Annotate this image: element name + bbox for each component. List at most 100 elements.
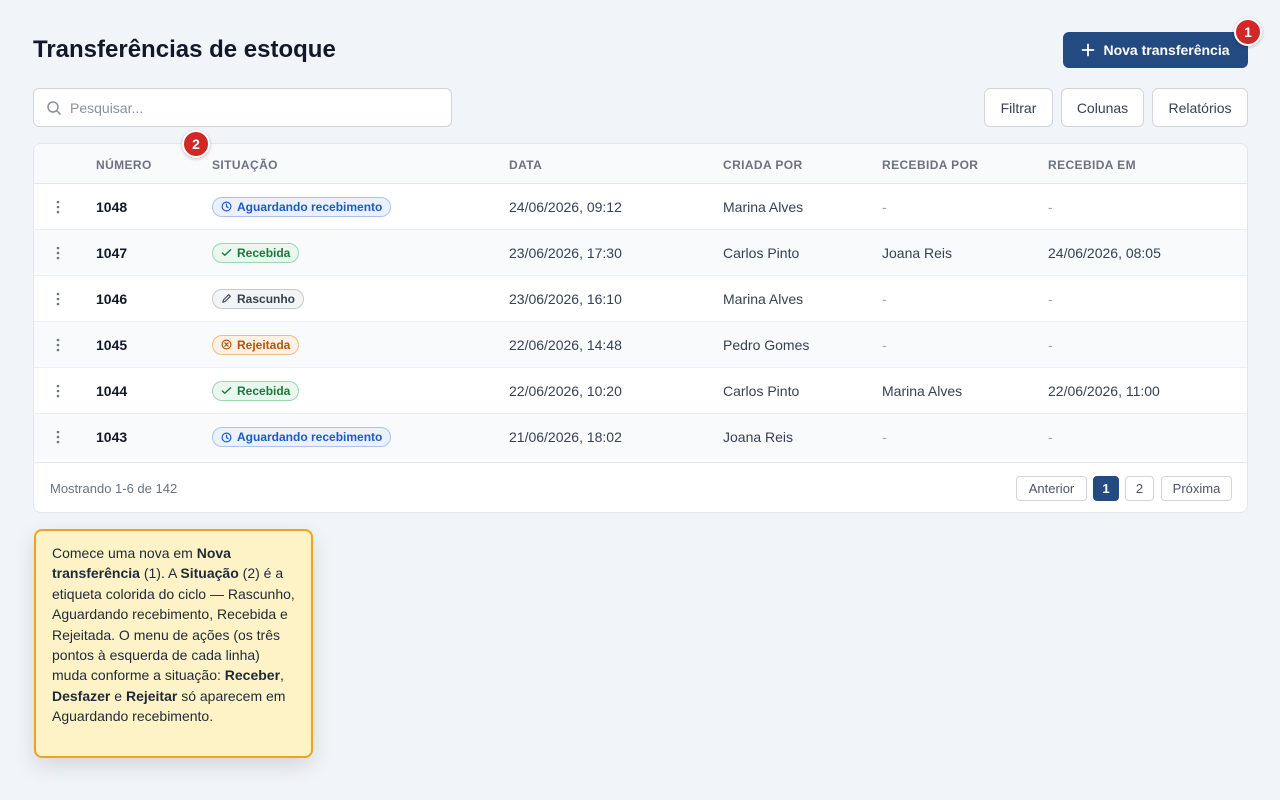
new-transfer-button[interactable]: Nova transferência [1063,32,1248,68]
callout-bold: Receber [224,667,281,684]
status-label: Aguardando recebimento [237,199,383,214]
transfers-table: NÚMERO SITUAÇÃO DATA CRIADA POR RECEBIDA… [33,143,1248,513]
x-circle-icon [221,339,232,350]
next-page-button[interactable]: Próxima [1161,476,1232,501]
table-footer: Mostrando 1-6 de 142 Anterior 1 2 Próxim… [34,462,1247,512]
cell-received-at: 24/06/2026, 08:05 [1048,244,1161,261]
callout-text: , [280,667,284,684]
cell-date: 23/06/2026, 17:30 [509,244,622,261]
page-1-button[interactable]: 1 [1093,476,1119,501]
callout-text: e [110,687,126,704]
cell-status: Recebida [212,368,300,413]
callout-text: (2) é a etiqueta colorida do ciclo — Ras… [52,565,295,684]
status-label: Aguardando recebimento [237,430,383,444]
row-actions-button[interactable] [50,414,66,460]
filter-button[interactable]: Filtrar [984,88,1053,127]
more-vertical-icon [56,384,60,397]
row-actions-button[interactable] [50,368,66,413]
col-created-by[interactable]: CRIADA POR [723,158,803,172]
cell-received-by: Marina Alves [882,382,963,399]
cell-created-by: Marina Alves [723,290,804,307]
clock-icon [221,201,232,212]
cell-number: 1045 [96,336,128,353]
new-transfer-label: Nova transferência [1103,42,1230,58]
cell-received-at: - [1048,336,1053,353]
cell-received-by: - [882,290,887,307]
more-vertical-icon [56,430,60,444]
status-badge: Rejeitada [212,334,300,355]
cell-created-by: Joana Reis [723,429,794,445]
cell-status: Rejeitada [212,322,300,367]
callout-bold: Situação [180,565,239,582]
col-number[interactable]: NÚMERO [96,158,152,172]
page-2-button[interactable]: 2 [1125,476,1154,501]
more-vertical-icon [56,292,60,305]
callout-text: (1). A [139,565,181,582]
step-badge-1: 1 [1234,18,1262,46]
check-icon [221,387,232,394]
cell-date: 24/06/2026, 09:12 [509,198,622,215]
help-callout: Comece uma nova em Nova transferência (1… [34,529,313,758]
cell-created-by: Carlos Pinto [723,244,800,261]
col-received-by[interactable]: RECEBIDA POR [882,158,978,172]
reports-button[interactable]: Relatórios [1152,88,1248,127]
search-icon [47,100,61,115]
cell-received-at: 22/06/2026, 11:00 [1048,382,1160,399]
check-icon [221,249,232,256]
status-badge: Aguardando recebimento [212,427,392,447]
cell-number: 1048 [96,198,128,215]
prev-page-button[interactable]: Anterior [1016,476,1087,501]
status-badge: Rascunho [212,288,305,309]
status-label: Recebida [237,383,291,398]
cell-received-by: - [882,429,887,445]
row-actions-button[interactable] [50,184,66,229]
search-box[interactable] [33,88,452,127]
table-header: NÚMERO SITUAÇÃO DATA CRIADA POR RECEBIDA… [34,144,1247,184]
cell-created-by: Marina Alves [723,198,804,215]
step-badge-2: 2 [182,130,210,158]
callout-bold: Desfazer [52,687,111,704]
cell-number: 1046 [96,290,128,307]
cell-received-at: - [1048,429,1053,445]
col-status[interactable]: SITUAÇÃO [212,158,278,172]
cell-status: Aguardando recebimento [212,184,392,229]
cell-status: Rascunho [212,276,305,321]
more-vertical-icon [56,200,60,213]
cell-received-by: - [882,336,887,353]
pagination-summary: Mostrando 1-6 de 142 [50,481,178,496]
table-row[interactable]: 1043 Aguardando recebimento 21/06/2026, 18… [34,414,1247,460]
cell-received-at: - [1048,198,1053,215]
columns-button[interactable]: Colunas [1061,88,1144,127]
callout-text: Comece uma nova em [52,545,197,561]
cell-number: 1044 [96,382,128,399]
plus-icon [1082,43,1095,57]
pencil-icon [222,294,231,303]
cell-date: 22/06/2026, 10:20 [509,382,622,399]
status-label: Recebida [237,245,291,260]
col-received-at[interactable]: RECEBIDA EM [1048,158,1136,172]
cell-date: 23/06/2026, 16:10 [509,290,622,307]
cell-date: 21/06/2026, 18:02 [509,429,622,445]
callout-bold: Rejeitar [125,687,178,704]
cell-received-at: - [1048,290,1053,307]
cell-created-by: Pedro Gomes [723,336,810,353]
page-title: Transferências de estoque [33,36,336,63]
row-actions-button[interactable] [50,276,66,321]
row-actions-button[interactable] [50,322,66,367]
cell-received-by: - [882,198,887,215]
table-row[interactable]: 1044 Recebida 22/06/2026, 10:20 Carlos Pint… [34,368,1247,414]
clock-icon [221,432,232,442]
col-date[interactable]: DATA [509,158,542,172]
row-actions-button[interactable] [50,230,66,275]
cell-date: 22/06/2026, 14:48 [509,336,622,353]
table-row[interactable]: 1045 Rejeitada 22/06/2026, 14:48 Pedro Gome… [34,322,1247,368]
more-vertical-icon [56,246,60,259]
table-row[interactable]: 1047 Recebida 23/06/2026, 17:30 Carlos Pint… [34,230,1247,276]
status-label: Rejeitada [237,337,291,352]
table-row[interactable]: 1048 Aguardando recebimento 24/06/2026, 09… [34,184,1247,230]
cell-number: 1043 [96,429,128,445]
table-row[interactable]: 1046 Rascunho 23/06/2026, 16:10 Marina Alve… [34,276,1247,322]
status-badge: Aguardando recebimento [212,196,392,217]
cell-number: 1047 [96,244,128,261]
search-input[interactable] [70,99,430,116]
